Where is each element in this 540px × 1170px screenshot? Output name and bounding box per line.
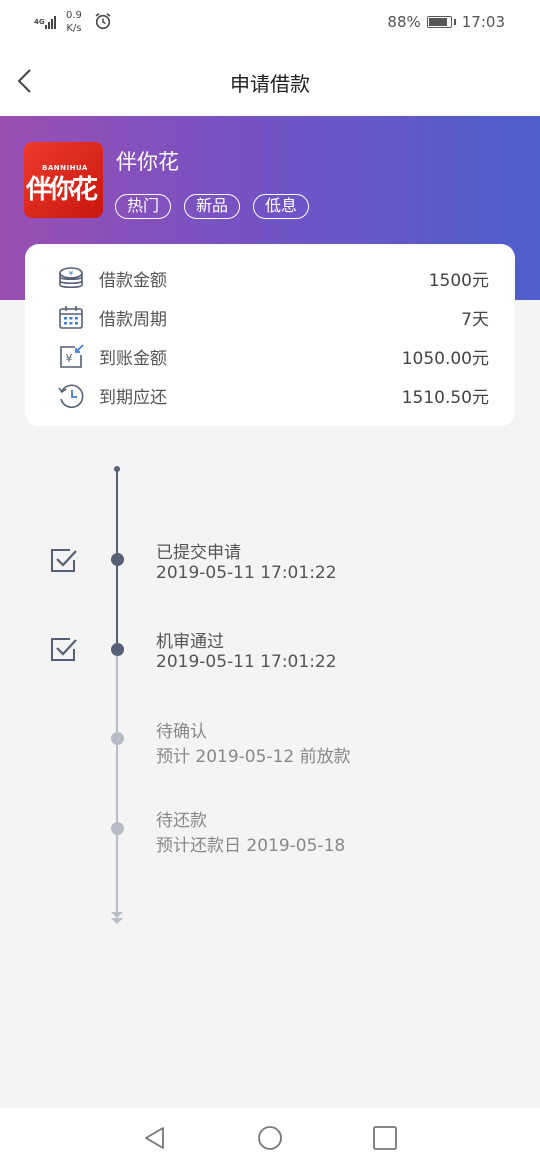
- logo-text-cn: 伴你花: [26, 175, 98, 205]
- loan-amount-row: ¥ 借款金额 1500元: [25, 258, 515, 297]
- step-title: 待还款: [156, 811, 207, 831]
- net-speed-value: 0.9: [66, 10, 82, 21]
- battery-icon: [426, 16, 452, 28]
- battery-tip: [453, 19, 456, 25]
- net-speed: 0.9 K/s: [66, 9, 82, 35]
- timeline-dot: [111, 732, 124, 745]
- signal-icon: [45, 15, 57, 29]
- clock-back-icon: [58, 384, 84, 408]
- step-subtitle: 预计 2019-05-12 前放款: [156, 747, 351, 767]
- loan-amount-value: 1500元: [428, 271, 489, 291]
- step-subtitle: 2019-05-11 17:01:22: [156, 563, 337, 583]
- loan-info-card: ¥ 借款金额 1500元 借款周期 7天 ¥ 到账金额 1050.00元 到期应…: [25, 244, 515, 426]
- network-type: 4G: [34, 17, 45, 26]
- coins-icon: ¥: [59, 267, 83, 289]
- status-left: 4G 0.9 K/s: [34, 9, 82, 35]
- received-amount-value: 1050.00元: [401, 349, 489, 369]
- step-title: 已提交申请: [156, 543, 241, 563]
- loan-period-row: 借款周期 7天: [25, 297, 515, 336]
- timeline-dot: [111, 822, 124, 835]
- recents-square-icon[interactable]: [372, 1125, 398, 1151]
- battery-percent: 88%: [387, 13, 421, 31]
- due-amount-label: 到期应还: [99, 388, 167, 408]
- app-header: 申请借款: [0, 46, 540, 116]
- product-name: 伴你花: [116, 150, 179, 174]
- yuan-transfer-icon: ¥: [60, 344, 84, 368]
- step-title: 机审通过: [156, 632, 224, 652]
- timeline-dot: [111, 643, 124, 656]
- page-title: 申请借款: [230, 72, 310, 96]
- product-tags: 热门 新品 低息: [115, 194, 322, 219]
- checkbox-checked-icon: [51, 549, 77, 572]
- home-circle-icon[interactable]: [257, 1125, 283, 1151]
- tag-low-interest: 低息: [253, 194, 310, 219]
- tag-new: 新品: [184, 194, 241, 219]
- due-amount-value: 1510.50元: [401, 388, 489, 408]
- loan-amount-label: 借款金额: [99, 271, 167, 291]
- calendar-icon: [59, 306, 83, 329]
- status-bar: 4G 0.9 K/s 88% 17:03: [0, 0, 540, 46]
- step-title: 待确认: [156, 722, 207, 742]
- timeline-start-dot: [114, 466, 120, 472]
- alarm-icon: [95, 13, 111, 30]
- step-subtitle: 预计还款日 2019-05-18: [156, 836, 346, 856]
- clock-time: 17:03: [461, 13, 505, 31]
- loan-period-value: 7天: [461, 310, 489, 330]
- received-amount-label: 到账金额: [99, 349, 167, 369]
- svg-text:¥: ¥: [69, 270, 74, 278]
- checkbox-checked-icon: [51, 638, 77, 661]
- tag-hot: 热门: [115, 194, 172, 219]
- net-speed-unit: K/s: [66, 23, 82, 34]
- loan-period-label: 借款周期: [99, 310, 167, 330]
- timeline-end-arrow-icon: [111, 912, 123, 924]
- product-logo: BANNIHUA 伴你花: [24, 142, 103, 218]
- system-nav-bar: [0, 1108, 540, 1170]
- received-amount-row: ¥ 到账金额 1050.00元: [25, 336, 515, 375]
- status-right: 88% 17:03: [387, 13, 505, 31]
- step-subtitle: 2019-05-11 17:01:22: [156, 652, 337, 672]
- timeline-line-pending: [116, 650, 118, 912]
- due-amount-row: 到期应还 1510.50元: [25, 375, 515, 414]
- timeline-dot: [111, 553, 124, 566]
- back-triangle-icon[interactable]: [142, 1125, 168, 1151]
- svg-text:¥: ¥: [66, 352, 73, 365]
